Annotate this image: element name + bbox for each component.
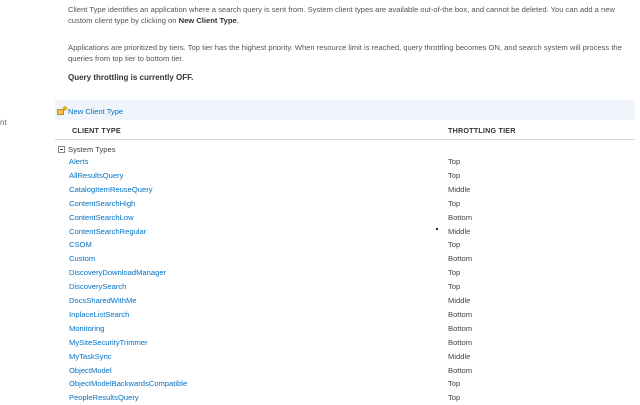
- client-type-link[interactable]: Alerts: [69, 157, 88, 166]
- table-row: MyTaskSync Middle: [55, 350, 635, 364]
- left-nav-fragment[interactable]: nt: [0, 118, 7, 127]
- throttling-tier-value: Top: [448, 240, 461, 250]
- throttling-tier-value: Top: [448, 198, 461, 208]
- column-header-throttling-tier[interactable]: THROTTLING TIER: [448, 126, 516, 135]
- throttling-tier-value: Bottom: [448, 323, 473, 333]
- header-divider: [55, 139, 635, 140]
- table-row: ContentSearchHigh Top: [55, 197, 635, 211]
- throttling-tier-value: Middle: [448, 296, 471, 305]
- description-paragraph-1: Client Type identifies an application wh…: [68, 4, 638, 26]
- table-row: Custom Bottom: [55, 252, 635, 266]
- client-type-link[interactable]: ContentSearchRegular: [69, 227, 146, 236]
- client-type-link[interactable]: DocsSharedWithMe: [69, 296, 137, 305]
- cursor-dot: [436, 228, 438, 230]
- new-client-type-emphasis: New Client Type: [178, 16, 237, 25]
- table-row: InplaceListSearch Bottom: [55, 308, 635, 322]
- new-client-type-button[interactable]: ✱ New Client Type: [57, 106, 124, 116]
- table-row: Monitoring Bottom: [55, 322, 635, 336]
- client-type-link[interactable]: Monitoring: [69, 324, 104, 333]
- throttling-tier-value: Bottom: [448, 309, 473, 319]
- client-type-link[interactable]: MyTaskSync: [69, 352, 112, 361]
- throttling-tier-value: Bottom: [448, 365, 473, 375]
- table-row: ContentSearchLow Bottom: [55, 211, 635, 225]
- throttling-tier-value: Top: [448, 393, 461, 403]
- table-row: CatalogItemReuseQuery Middle: [55, 183, 635, 197]
- description-paragraph-2: Applications are prioritized by tiers. T…: [68, 43, 622, 63]
- throttling-tier-value: Top: [448, 268, 461, 278]
- table-row: ObjectModel Bottom: [55, 364, 635, 378]
- new-item-icon: ✱: [57, 106, 68, 115]
- client-type-link[interactable]: ContentSearchLow: [69, 213, 134, 222]
- client-type-link[interactable]: CatalogItemReuseQuery: [69, 185, 153, 194]
- throttling-status: Query throttling is currently OFF.: [68, 73, 194, 82]
- table-row: DiscoverySearch Top: [55, 280, 635, 294]
- throttling-tier-value: Middle: [448, 226, 471, 236]
- throttling-tier-value: Middle: [448, 184, 471, 194]
- new-client-type-label: New Client Type: [68, 107, 124, 116]
- client-type-link[interactable]: CSOM: [69, 240, 92, 249]
- client-type-link[interactable]: MySiteSecurityTrimmer: [69, 338, 148, 347]
- table-row: MySiteSecurityTrimmer Bottom: [55, 336, 635, 350]
- throttling-tier-value: Top: [448, 379, 461, 389]
- collapse-icon[interactable]: [58, 146, 65, 153]
- client-type-link[interactable]: InplaceListSearch: [69, 310, 129, 319]
- client-type-link[interactable]: ObjectModel: [69, 366, 112, 375]
- client-type-link[interactable]: ObjectModelBackwardsCompatible: [69, 379, 187, 388]
- throttling-tier-value: Bottom: [448, 337, 473, 347]
- client-type-link[interactable]: ContentSearchHigh: [69, 199, 135, 208]
- throttling-tier-value: Bottom: [448, 254, 473, 264]
- group-label: System Types: [68, 145, 116, 154]
- table-row: DiscoveryDownloadManager Top: [55, 266, 635, 280]
- client-type-link[interactable]: AllResultsQuery: [69, 171, 123, 180]
- throttling-tier-value: Top: [448, 157, 461, 166]
- throttling-tier-value: Top: [448, 170, 461, 180]
- table-row: DocsSharedWithMe Middle: [55, 294, 635, 308]
- table-row: CSOM Top: [55, 238, 635, 252]
- description-text: Client Type identifies an application wh…: [68, 5, 615, 25]
- table-header: CLIENT TYPE THROTTLING TIER: [55, 126, 635, 138]
- description-period: .: [236, 16, 239, 25]
- throttling-tier-value: Bottom: [448, 212, 473, 222]
- group-system-types[interactable]: System Types: [58, 145, 116, 154]
- throttling-tier-value: Middle: [448, 351, 471, 361]
- column-header-client-type[interactable]: CLIENT TYPE: [72, 126, 121, 135]
- table-row: ContentSearchRegular Middle: [55, 225, 635, 239]
- client-type-link[interactable]: DiscoverySearch: [69, 282, 126, 291]
- client-type-link[interactable]: PeopleResultsQuery: [69, 393, 139, 402]
- throttling-tier-value: Top: [448, 282, 461, 292]
- toolbar: ✱ New Client Type: [55, 100, 635, 120]
- client-type-link[interactable]: DiscoveryDownloadManager: [69, 268, 166, 277]
- table-row: AllResultsQuery Top: [55, 169, 635, 183]
- client-type-link[interactable]: Custom: [69, 254, 95, 263]
- table-row: ObjectModelBackwardsCompatible Top: [55, 377, 635, 391]
- table-row: Alerts Top: [55, 155, 635, 169]
- table-row: PeopleResultsQuery Top: [55, 391, 635, 405]
